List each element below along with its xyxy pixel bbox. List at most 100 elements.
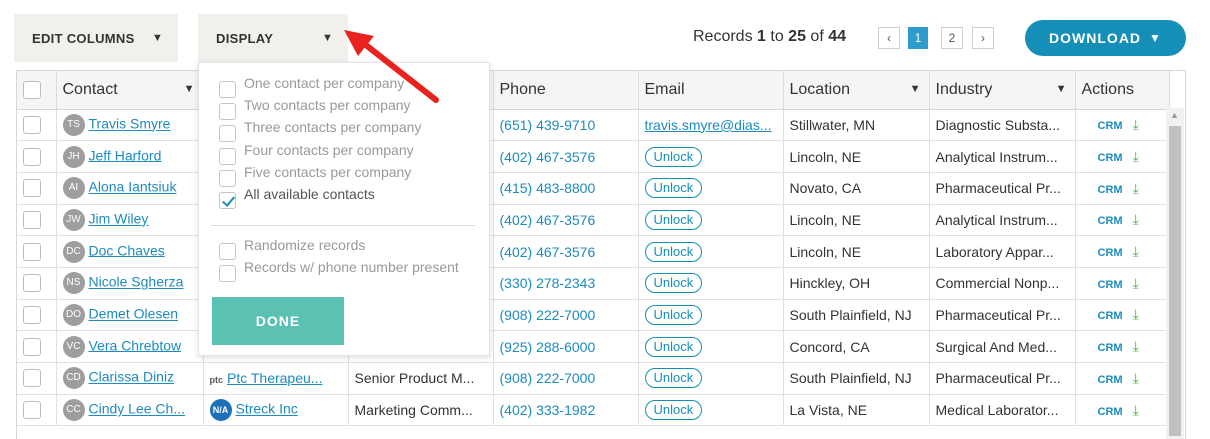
unlock-email-button[interactable]: Unlock (644, 400, 703, 421)
sort-caret-icon[interactable]: ▼ (1056, 83, 1067, 95)
crm-button[interactable]: CRM (1098, 184, 1123, 196)
done-button[interactable]: DONE (212, 297, 344, 345)
row-checkbox[interactable] (23, 211, 41, 230)
download-icon[interactable]: ⤓ (1133, 402, 1139, 418)
contact-name-link[interactable]: Doc Chaves (89, 242, 165, 258)
crm-button[interactable]: CRM (1098, 279, 1123, 291)
crm-button[interactable]: CRM (1098, 152, 1123, 164)
crm-button[interactable]: CRM (1098, 310, 1123, 322)
contact-name-link[interactable]: Demet Olesen (89, 306, 178, 322)
phone-cell[interactable]: (330) 278-2343 (493, 267, 639, 300)
phone-cell[interactable]: (908) 222-7000 (493, 299, 639, 332)
phone-cell[interactable]: (415) 483-8800 (493, 172, 639, 205)
sort-caret-icon[interactable]: ▼ (910, 83, 921, 95)
download-icon[interactable]: ⤓ (1133, 180, 1139, 196)
row-checkbox[interactable] (23, 401, 41, 420)
unlock-email-button[interactable]: Unlock (644, 209, 703, 230)
crm-button[interactable]: CRM (1098, 374, 1123, 386)
phone-cell[interactable]: (402) 467-3576 (493, 235, 639, 268)
download-icon[interactable]: ⤓ (1133, 211, 1139, 227)
crm-button[interactable]: CRM (1098, 215, 1123, 227)
download-icon[interactable]: ⤓ (1133, 370, 1139, 386)
unlock-email-button[interactable]: Unlock (644, 178, 703, 199)
phone-cell[interactable]: (651) 439-9710 (493, 109, 639, 142)
contact-name-link[interactable]: Cindy Lee Ch... (89, 401, 186, 417)
contact-name-link[interactable]: Clarissa Diniz (89, 369, 175, 385)
header-industry[interactable]: Industry ▼ (929, 71, 1076, 110)
download-icon[interactable]: ⤓ (1133, 275, 1139, 291)
phone-cell[interactable]: (925) 288-6000 (493, 330, 639, 363)
row-checkbox[interactable] (23, 242, 41, 261)
contact-name-link[interactable]: Nicole Sgherza (89, 274, 184, 290)
unlock-email-button[interactable]: Unlock (644, 273, 703, 294)
pagination-prev-button[interactable]: ‹ (878, 27, 900, 49)
records-to-word: to (765, 28, 789, 45)
scroll-thumb[interactable] (1169, 126, 1181, 436)
select-all-checkbox[interactable] (23, 80, 41, 99)
unlock-email-button[interactable]: Unlock (644, 241, 703, 262)
contact-name-link[interactable]: Travis Smyre (89, 116, 171, 132)
table-scrollbar[interactable]: ▲ (1166, 108, 1184, 439)
download-icon[interactable]: ⤓ (1133, 148, 1139, 164)
company-link[interactable]: Ptc Therapeu... (227, 370, 322, 386)
display-button[interactable]: DISPLAY ▼ (198, 14, 348, 62)
contact-cell: TS Travis Smyre (56, 109, 204, 142)
header-contact[interactable]: Contact ▼ (56, 71, 204, 110)
email-link[interactable]: travis.smyre@dias... (645, 117, 772, 133)
industry-cell: Medical Laborator... (929, 394, 1076, 427)
contact-name-link[interactable]: Jeff Harford (89, 147, 162, 163)
download-icon[interactable]: ⤓ (1133, 116, 1139, 132)
phone-cell[interactable]: (908) 222-7000 (493, 362, 639, 395)
crm-button[interactable]: CRM (1098, 342, 1123, 354)
header-phone[interactable]: Phone (493, 71, 639, 110)
row-checkbox[interactable] (23, 147, 41, 166)
crm-button[interactable]: CRM (1098, 120, 1123, 132)
scroll-up-icon[interactable]: ▲ (1170, 110, 1179, 120)
row-select-cell (17, 362, 57, 395)
location-cell: South Plainfield, NJ (783, 299, 930, 332)
row-checkbox[interactable] (23, 274, 41, 293)
phone-cell[interactable]: (402) 467-3576 (493, 140, 639, 173)
table-row: DO Demet Olesen (908) 222-7000 Unlock South … (17, 299, 1170, 332)
caret-down-icon: ▼ (152, 32, 164, 44)
row-checkbox[interactable] (23, 179, 41, 198)
contact-name-link[interactable]: Jim Wiley (89, 211, 149, 227)
download-icon[interactable]: ⤓ (1133, 306, 1139, 322)
crm-button[interactable]: CRM (1098, 247, 1123, 259)
filter-option[interactable]: Records w/ phone number present (219, 257, 459, 282)
unlock-email-button[interactable]: Unlock (644, 336, 703, 357)
filter-checkbox[interactable] (219, 265, 236, 282)
contact-cell: DC Doc Chaves (56, 235, 204, 268)
download-icon[interactable]: ⤓ (1133, 243, 1139, 259)
header-industry-label: Industry (935, 80, 993, 98)
unlock-email-button[interactable]: Unlock (644, 146, 703, 167)
pagination-next-button[interactable]: › (972, 27, 994, 49)
row-checkbox[interactable] (23, 115, 41, 134)
unlock-email-button[interactable]: Unlock (644, 304, 703, 325)
download-icon[interactable]: ⤓ (1133, 338, 1139, 354)
row-checkbox[interactable] (23, 369, 41, 388)
crm-button[interactable]: CRM (1098, 406, 1123, 418)
pagination-page-1[interactable]: 1 (908, 27, 928, 49)
row-checkbox[interactable] (23, 306, 41, 325)
phone-cell[interactable]: (402) 467-3576 (493, 204, 639, 237)
contact-name-link[interactable]: Vera Chrebtow (89, 337, 182, 353)
download-button[interactable]: DOWNLOAD ▼ (1025, 20, 1186, 56)
edit-columns-button[interactable]: EDIT COLUMNS ▼ (14, 14, 178, 62)
header-email[interactable]: Email (638, 71, 784, 110)
unlock-email-button[interactable]: Unlock (644, 368, 703, 389)
display-option[interactable]: All available contacts (219, 184, 375, 209)
row-select-cell (17, 330, 57, 363)
contact-name-link[interactable]: Alona Iantsiuk (89, 179, 177, 195)
option-label: Three contacts per company (244, 118, 422, 135)
sort-caret-icon[interactable]: ▼ (184, 83, 195, 95)
pagination-page-2[interactable]: 2 (941, 27, 963, 49)
phone-cell[interactable]: (402) 333-1982 (493, 394, 639, 427)
company-link[interactable]: Streck Inc (236, 401, 298, 417)
header-location[interactable]: Location ▼ (783, 71, 930, 110)
row-checkbox[interactable] (23, 337, 41, 356)
display-option[interactable]: Three contacts per company (219, 117, 421, 142)
title-cell: Marketing Comm... (348, 394, 494, 427)
option-checkbox[interactable] (219, 192, 236, 209)
industry-cell: Surgical And Med... (929, 330, 1076, 363)
